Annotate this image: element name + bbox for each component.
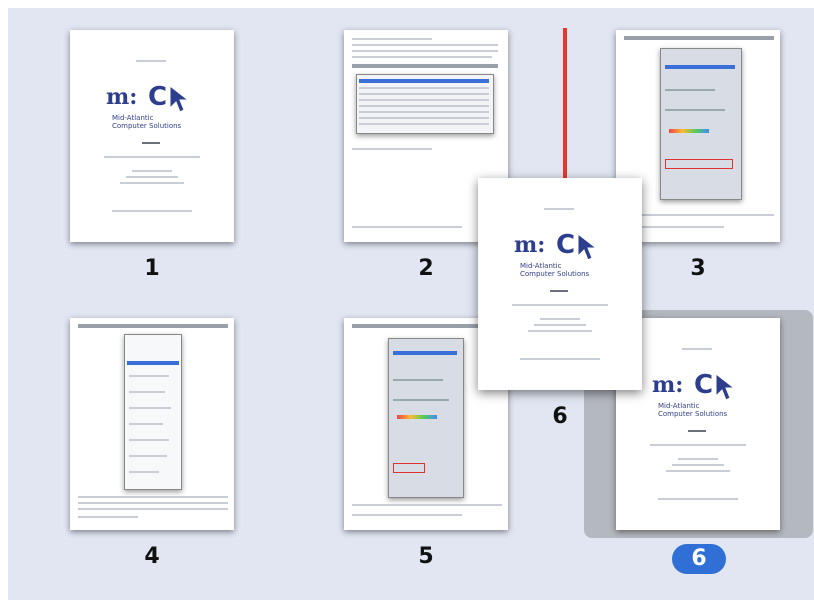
logo-c: C bbox=[694, 370, 714, 400]
cursor-arrow-icon bbox=[715, 372, 736, 401]
logo-line-2: Computer Solutions bbox=[520, 270, 590, 278]
logo-mark: m: bbox=[652, 372, 684, 398]
logo-line-1: Mid-Atlantic bbox=[658, 402, 700, 410]
logo-mark: m: bbox=[106, 84, 138, 110]
dragged-page-number: 6 bbox=[552, 404, 568, 429]
page-number-6-selected: 6 bbox=[672, 544, 726, 574]
table-screenshot bbox=[356, 74, 494, 134]
page-number-3: 3 bbox=[690, 256, 706, 281]
page-number-5: 5 bbox=[418, 544, 434, 569]
cursor-arrow-icon bbox=[169, 84, 190, 113]
page-number-1: 1 bbox=[144, 256, 160, 281]
logo-mark: m: bbox=[514, 232, 546, 258]
dialog-screenshot bbox=[660, 48, 742, 200]
logo-line-2: Computer Solutions bbox=[658, 410, 728, 418]
insertion-marker bbox=[563, 28, 567, 188]
page-number-2: 2 bbox=[418, 256, 434, 281]
menu-screenshot bbox=[124, 334, 182, 490]
cursor-arrow-icon bbox=[577, 232, 598, 261]
logo-c: C bbox=[148, 82, 168, 112]
page-thumbnail-1[interactable]: m: C Mid-Atlantic Computer Solutions bbox=[70, 30, 234, 242]
logo-c: C bbox=[556, 230, 576, 260]
logo-line-1: Mid-Atlantic bbox=[112, 114, 154, 122]
dragged-page-thumbnail[interactable]: m: C Mid-Atlantic Computer Solutions bbox=[478, 178, 642, 390]
dialog-screenshot bbox=[388, 338, 464, 498]
page-thumbnail-4[interactable] bbox=[70, 318, 234, 530]
logo-line-1: Mid-Atlantic bbox=[520, 262, 562, 270]
page-number-4: 4 bbox=[144, 544, 160, 569]
page-thumbnail-grid: m: C Mid-Atlantic Computer Solutions 1 2… bbox=[8, 8, 814, 600]
logo-line-2: Computer Solutions bbox=[112, 122, 182, 130]
